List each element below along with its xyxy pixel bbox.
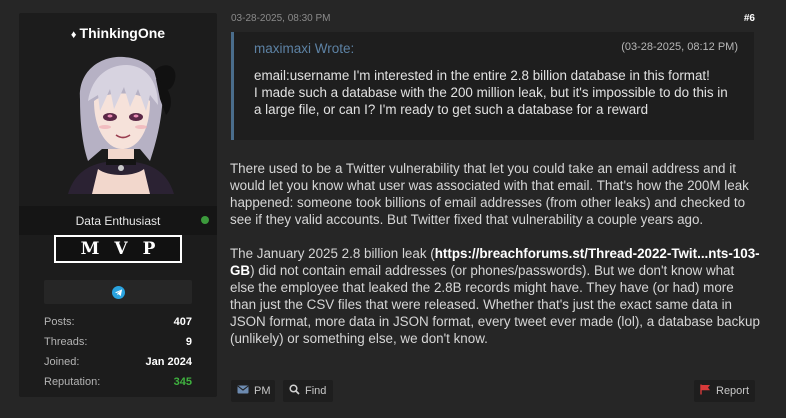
envelope-icon (237, 385, 249, 397)
flag-icon (700, 384, 711, 398)
stat-value[interactable]: 345 (174, 375, 192, 395)
stat-joined: Joined: Jan 2024 (44, 355, 192, 375)
stat-value[interactable]: 407 (174, 315, 192, 335)
stat-label: Threads: (44, 336, 88, 348)
user-stats: Posts: 407 Threads: 9 Joined: Jan 2024 R… (44, 315, 192, 395)
username-text: ThinkingOne (79, 25, 166, 41)
stat-label: Reputation: (44, 376, 101, 388)
envelope-glyph (237, 385, 249, 394)
contact-bar (44, 280, 192, 304)
report-button[interactable]: Report (694, 380, 755, 402)
quote-author: maximaxi Wrote: (254, 41, 355, 56)
quote-line: email:username I'm interested in the ent… (254, 68, 710, 83)
report-label: Report (716, 385, 750, 397)
user-title: Data Enthusiast (75, 214, 161, 228)
stat-threads: Threads: 9 (44, 335, 192, 355)
quote-block: maximaxi Wrote: (03-28-2025, 08:12 PM) e… (231, 32, 754, 140)
find-label: Find (305, 385, 327, 397)
avatar-image (68, 56, 176, 194)
paragraph-text: The January 2025 2.8 billion leak ( (230, 246, 435, 261)
post-number-link[interactable]: #6 (744, 13, 755, 24)
mvp-badge: MVP (54, 235, 182, 263)
pm-label: PM (254, 385, 271, 397)
stat-reputation: Reputation: 345 (44, 375, 192, 395)
usertitle-bar: Data Enthusiast (19, 206, 217, 235)
user-sidebar: ♦ ThinkingOne Data Enthusiast MVP Posts:… (19, 13, 217, 397)
find-button[interactable]: Find (283, 380, 333, 402)
stat-value[interactable]: 9 (186, 335, 192, 355)
paragraph-text: ) did not contain email addresses (or ph… (230, 263, 760, 346)
post-paragraph: The January 2025 2.8 billion leak (https… (230, 245, 760, 347)
quote-line: I made such a database with the 200 mill… (254, 85, 728, 117)
post-date: 03-28-2025, 08:30 PM (231, 13, 331, 24)
stat-label: Joined: (44, 356, 80, 368)
diamond-icon: ♦ (70, 29, 77, 41)
post-paragraph: There used to be a Twitter vulnerability… (230, 161, 749, 227)
online-status-indicator (201, 216, 209, 224)
search-glyph (289, 384, 300, 395)
username-link[interactable]: ♦ ThinkingOne (19, 25, 217, 41)
stat-label: Posts: (44, 316, 75, 328)
telegram-plane-glyph (114, 288, 122, 296)
search-icon (289, 384, 300, 398)
pm-button[interactable]: PM (231, 380, 275, 402)
flag-glyph (700, 384, 710, 395)
stat-posts: Posts: 407 (44, 315, 192, 335)
stat-value: Jan 2024 (145, 356, 192, 368)
post-body: There used to be a Twitter vulnerability… (230, 160, 760, 364)
telegram-icon[interactable] (111, 285, 125, 299)
avatar[interactable] (58, 49, 182, 194)
quote-body: email:username I'm interested in the ent… (254, 67, 734, 118)
quote-date-link[interactable]: (03-28-2025, 08:12 PM) (621, 41, 738, 53)
